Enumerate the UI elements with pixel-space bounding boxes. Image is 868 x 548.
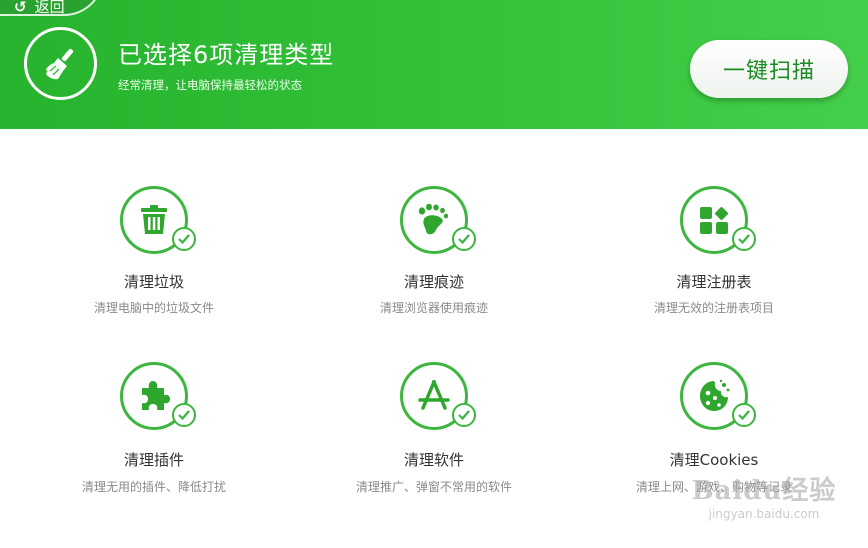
clean-item-registry[interactable]: 清理注册表 清理无效的注册表项目 [594,186,834,326]
item-desc: 清理无效的注册表项目 [653,301,774,315]
item-desc: 清理推广、弹窗不常用的软件 [355,480,512,494]
back-button[interactable]: ↺ 返回 [0,0,104,16]
item-title: 清理插件 [123,451,184,469]
checked-icon[interactable] [172,403,196,427]
broom-icon-circle [24,27,97,100]
item-desc: 清理上网、游戏、购物等记录 [635,480,792,494]
clean-item-cookies[interactable]: 清理Cookies 清理上网、游戏、购物等记录 [594,362,834,502]
checked-icon[interactable] [172,227,196,251]
item-desc: 清理电脑中的垃圾文件 [93,301,214,315]
item-title: 清理软件 [403,451,464,469]
back-arrow-icon: ↺ [14,0,27,16]
item-title: 清理痕迹 [403,273,464,291]
app-store-icon [418,380,450,410]
item-title: 清理垃圾 [123,273,184,291]
back-label: 返回 [34,0,65,16]
checked-icon[interactable] [452,403,476,427]
trash-icon [141,205,167,234]
page-subtitle: 经常清理，让电脑保持最轻松的状态 [118,78,302,92]
clean-item-traces[interactable]: 清理痕迹 清理浏览器使用痕迹 [314,186,554,326]
checked-icon[interactable] [452,227,476,251]
broom-icon [45,48,73,79]
checked-icon[interactable] [732,227,756,251]
header-banner: ↺ 返回 已选择6项清理类型 经常清理，让电脑保持最轻松的状态 一键扫描 [0,0,868,129]
item-title: 清理注册表 [676,273,752,291]
clean-item-plugins[interactable]: 清理插件 清理无用的插件、降低打扰 [34,362,274,502]
footprint-icon [418,203,449,235]
item-desc: 清理浏览器使用痕迹 [379,301,488,315]
checked-icon[interactable] [732,403,756,427]
puzzle-icon [142,381,170,410]
item-title: 清理Cookies [669,451,759,469]
one-click-scan-button[interactable]: 一键扫描 [690,40,848,98]
clean-item-junk[interactable]: 清理垃圾 清理电脑中的垃圾文件 [34,186,274,326]
watermark-url: jingyan.baidu.com [708,507,820,521]
clean-item-software[interactable]: 清理软件 清理推广、弹窗不常用的软件 [314,362,554,502]
cookie-icon [700,379,730,411]
registry-blocks-icon [700,207,728,234]
page-title: 已选择6项清理类型 [118,41,335,69]
item-desc: 清理无用的插件、降低打扰 [81,480,226,494]
